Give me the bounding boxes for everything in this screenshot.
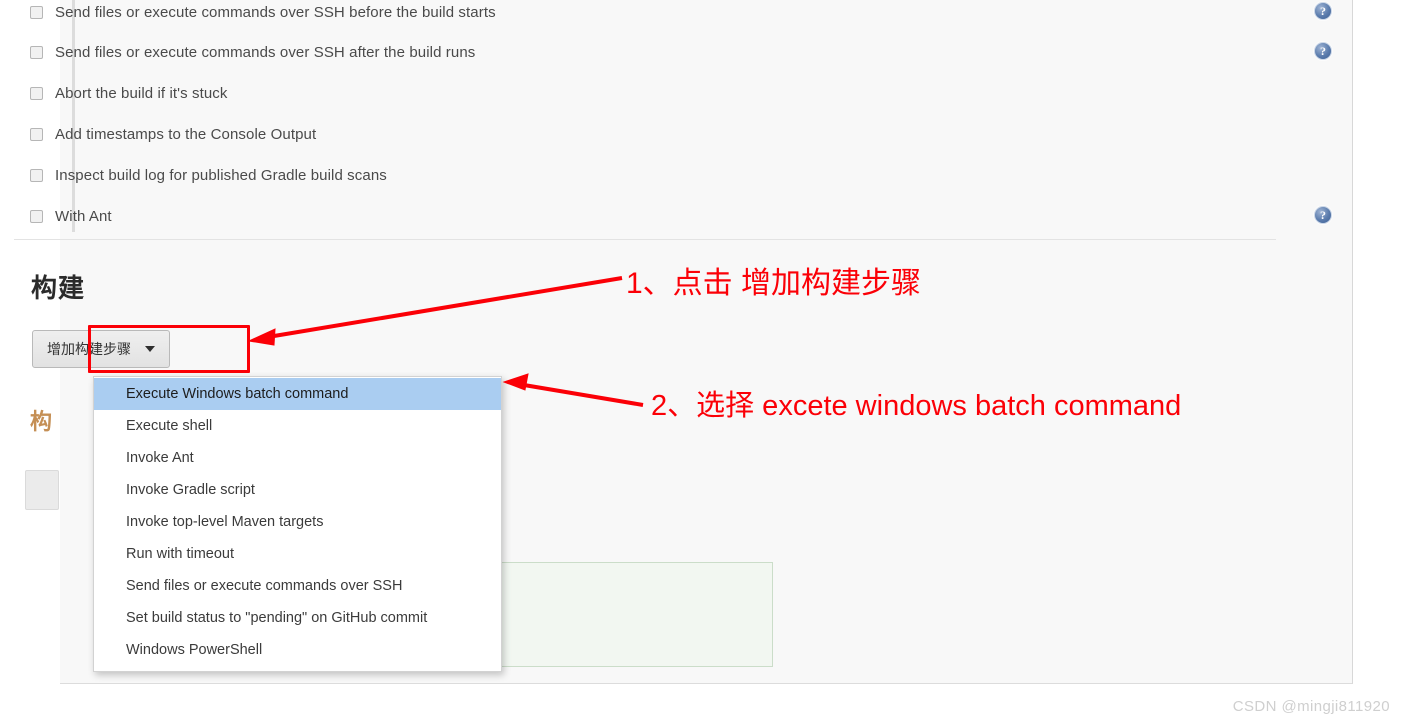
- dropdown-item-invoke-gradle[interactable]: Invoke Gradle script: [94, 474, 501, 506]
- obscured-heading: 构: [30, 409, 53, 434]
- help-icon[interactable]: ?: [1314, 42, 1332, 60]
- checkbox-row[interactable]: Send files or execute commands over SSH …: [30, 0, 496, 24]
- dropdown-item-execute-shell[interactable]: Execute shell: [94, 410, 501, 442]
- dropdown-item-execute-windows-batch[interactable]: Execute Windows batch command: [94, 378, 501, 410]
- annotation-step-2: 2、选择 excete windows batch command: [651, 390, 1182, 422]
- screenshot-root: Send files or execute commands over SSH …: [0, 0, 1408, 724]
- dropdown-item-invoke-maven[interactable]: Invoke top-level Maven targets: [94, 506, 501, 538]
- help-icon[interactable]: ?: [1314, 2, 1332, 20]
- annotation-step-1: 1、点击 增加构建步骤: [626, 267, 922, 300]
- checkbox-ssh-before[interactable]: [30, 5, 43, 19]
- obscured-input-field[interactable]: [25, 470, 59, 510]
- help-icon[interactable]: ?: [1314, 206, 1332, 224]
- checkbox-row[interactable]: Abort the build if it's stuck: [30, 81, 228, 105]
- checkbox-label: Send files or execute commands over SSH …: [55, 3, 496, 21]
- dropdown-item-windows-powershell[interactable]: Windows PowerShell: [94, 634, 501, 666]
- dropdown-item-send-files-ssh[interactable]: Send files or execute commands over SSH: [94, 570, 501, 602]
- checkbox-label: Add timestamps to the Console Output: [55, 125, 317, 143]
- page-title: 构建: [31, 273, 86, 303]
- checkbox-abort-stuck[interactable]: [30, 86, 43, 100]
- checkbox-row[interactable]: With Ant: [30, 204, 112, 228]
- dropdown-item-set-build-status[interactable]: Set build status to "pending" on GitHub …: [94, 602, 501, 634]
- checkbox-label: Send files or execute commands over SSH …: [55, 43, 476, 61]
- build-step-dropdown-menu[interactable]: Execute Windows batch command Execute sh…: [93, 376, 502, 672]
- watermark: CSDN @mingji811920: [1232, 698, 1390, 715]
- dropdown-item-invoke-ant[interactable]: Invoke Ant: [94, 442, 501, 474]
- section-divider: [14, 239, 1276, 240]
- checkbox-ssh-after[interactable]: [30, 45, 43, 59]
- section-left-rail: [72, 0, 75, 232]
- checkbox-row[interactable]: Send files or execute commands over SSH …: [30, 40, 475, 64]
- checkbox-row[interactable]: Inspect build log for published Gradle b…: [30, 163, 387, 187]
- checkbox-label: Inspect build log for published Gradle b…: [55, 166, 387, 184]
- checkbox-timestamps[interactable]: [30, 127, 43, 141]
- annotation-highlight-rect: [88, 325, 250, 373]
- checkbox-gradle-scans[interactable]: [30, 168, 43, 182]
- dropdown-item-run-with-timeout[interactable]: Run with timeout: [94, 538, 501, 570]
- checkbox-with-ant[interactable]: [30, 209, 43, 223]
- checkbox-label: Abort the build if it's stuck: [55, 84, 228, 102]
- checkbox-label: With Ant: [55, 207, 112, 225]
- checkbox-row[interactable]: Add timestamps to the Console Output: [30, 122, 316, 146]
